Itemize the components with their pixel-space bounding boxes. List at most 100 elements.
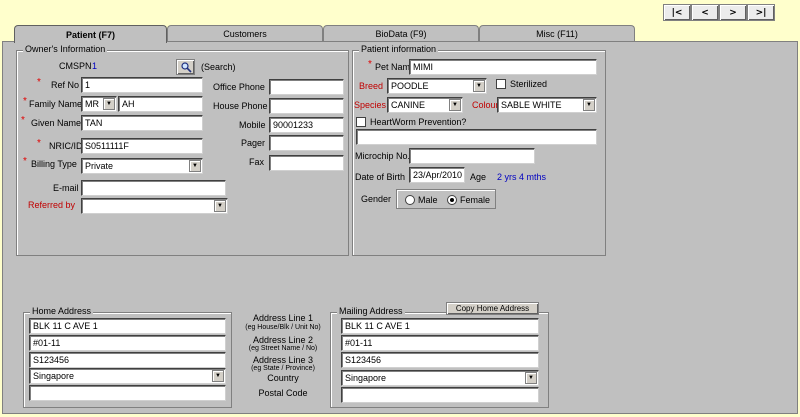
species-value: CANINE	[391, 100, 426, 110]
postal-code-label: Postal Code	[258, 388, 308, 398]
search-icon	[180, 62, 192, 73]
home-country-value: Singapore	[33, 371, 75, 381]
species-label: Species	[354, 100, 387, 110]
mailing-address-title: Mailing Address	[337, 306, 405, 316]
cmspn-label: CMSPN	[59, 61, 92, 71]
country-label: Country	[267, 373, 299, 383]
address-line1-label: Address Line 1	[252, 313, 314, 323]
search-button[interactable]	[176, 59, 195, 75]
nric-input[interactable]: S0511111F	[81, 138, 203, 154]
female-radio[interactable]	[447, 195, 457, 205]
pager-input[interactable]	[269, 135, 344, 151]
fax-input[interactable]	[269, 155, 344, 171]
billing-type-select[interactable]: Private ▼	[81, 158, 203, 174]
mailing-postal-code-input[interactable]	[341, 387, 539, 403]
breed-value: POODLE	[391, 81, 429, 91]
tab-biodata[interactable]: BioData (F9)	[323, 25, 479, 42]
species-select[interactable]: CANINE ▼	[387, 97, 463, 113]
last-record-button[interactable]: >|	[747, 4, 775, 21]
pager-label: Pager	[241, 138, 266, 148]
chevron-down-icon[interactable]: ▼	[449, 99, 461, 111]
nric-label: NRIC/ID	[49, 141, 83, 151]
chevron-down-icon[interactable]: ▼	[473, 80, 485, 92]
microchip-label: Microchip No.	[355, 151, 411, 161]
given-name-input[interactable]: TAN	[81, 115, 203, 131]
address-line1-hint: (eg House/Blk / Unit No)	[245, 324, 321, 331]
copy-home-address-button[interactable]: Copy Home Address	[446, 302, 539, 315]
office-phone-input[interactable]	[269, 79, 344, 95]
colour-label: Colour	[472, 100, 499, 110]
owner-info-title: Owner's Information	[23, 44, 108, 54]
given-name-label: Given Name	[31, 118, 82, 128]
house-phone-input[interactable]	[269, 98, 344, 114]
salutation-select[interactable]: MR ▼	[81, 96, 117, 112]
mailing-address-line2-input[interactable]: #01-11	[341, 335, 539, 351]
family-name-label: Family Name	[29, 99, 83, 109]
chevron-down-icon[interactable]: ▼	[525, 372, 537, 384]
home-address-line3-input[interactable]: S123456	[29, 352, 226, 368]
ref-no-label: Ref No	[51, 80, 80, 90]
home-country-select[interactable]: Singapore ▼	[29, 368, 226, 384]
mailing-country-select[interactable]: Singapore ▼	[341, 370, 539, 386]
search-label: (Search)	[201, 62, 236, 72]
next-record-button[interactable]: >	[719, 4, 747, 21]
required-marker: *	[37, 77, 41, 88]
required-marker: *	[37, 138, 41, 149]
chevron-down-icon[interactable]: ▼	[214, 200, 226, 212]
address-line3-hint: (eg State / Province)	[251, 365, 315, 372]
email-input[interactable]	[81, 180, 226, 196]
patient-panel: Owner's Information CMSPN 1 (Search) * R…	[2, 41, 798, 414]
breed-select[interactable]: POODLE ▼	[387, 78, 487, 94]
required-marker: *	[23, 96, 27, 107]
pet-name-input[interactable]: MIMI	[409, 59, 597, 75]
address-line3-label: Address Line 3	[252, 355, 314, 365]
male-radio[interactable]	[405, 195, 415, 205]
home-address-line2-input[interactable]: #01-11	[29, 335, 226, 351]
chevron-down-icon[interactable]: ▼	[189, 160, 201, 172]
gender-label: Gender	[361, 194, 392, 204]
referred-by-select[interactable]: ▼	[81, 198, 228, 214]
tab-misc[interactable]: Misc (F11)	[479, 25, 635, 42]
age-value: 2 yrs 4 mths	[497, 172, 547, 182]
billing-type-label: Billing Type	[31, 159, 77, 169]
male-label: Male	[418, 195, 438, 205]
required-marker: *	[21, 115, 25, 126]
chevron-down-icon[interactable]: ▼	[583, 99, 595, 111]
colour-select[interactable]: SABLE WHITE ▼	[497, 97, 597, 113]
address-line2-label: Address Line 2	[252, 335, 314, 345]
address-line2-hint: (eg Street Name / No)	[248, 345, 318, 352]
home-address-title: Home Address	[30, 306, 94, 316]
billing-type-value: Private	[85, 161, 114, 171]
mailing-country-value: Singapore	[345, 373, 387, 383]
chevron-down-icon[interactable]: ▼	[103, 98, 115, 110]
microchip-input[interactable]	[409, 148, 535, 164]
age-label: Age	[470, 172, 487, 182]
family-name-input[interactable]: AH	[118, 96, 203, 112]
previous-record-button[interactable]: <	[691, 4, 719, 21]
home-postal-code-input[interactable]	[29, 385, 226, 401]
tab-patient[interactable]: Patient (F7)	[14, 25, 167, 43]
office-phone-label: Office Phone	[213, 82, 265, 92]
mailing-address-line1-input[interactable]: BLK 11 C AVE 1	[341, 318, 539, 334]
heartworm-notes-input[interactable]	[356, 129, 597, 145]
sterilized-label: Sterilized	[510, 79, 548, 89]
mobile-input[interactable]: 90001233	[269, 117, 344, 133]
dob-input[interactable]: 23/Apr/2010	[409, 167, 465, 183]
mailing-address-line3-input[interactable]: S123456	[341, 352, 539, 368]
fax-label: Fax	[249, 157, 265, 167]
heartworm-checkbox[interactable]	[356, 117, 366, 127]
first-record-button[interactable]: |<	[663, 4, 691, 21]
patient-info-title: Patient information	[359, 44, 439, 54]
tab-customers[interactable]: Customers	[167, 25, 323, 42]
email-label: E-mail	[53, 183, 79, 193]
required-marker: *	[368, 59, 372, 70]
breed-label: Breed	[359, 81, 384, 91]
chevron-down-icon[interactable]: ▼	[212, 370, 224, 382]
mobile-label: Mobile	[239, 120, 266, 130]
house-phone-label: House Phone	[213, 101, 268, 111]
ref-no-input[interactable]: 1	[81, 77, 203, 93]
sterilized-checkbox[interactable]	[496, 79, 506, 89]
home-address-line1-input[interactable]: BLK 11 C AVE 1	[29, 318, 226, 334]
cmspn-value: 1	[92, 61, 98, 71]
colour-value: SABLE WHITE	[501, 100, 562, 110]
